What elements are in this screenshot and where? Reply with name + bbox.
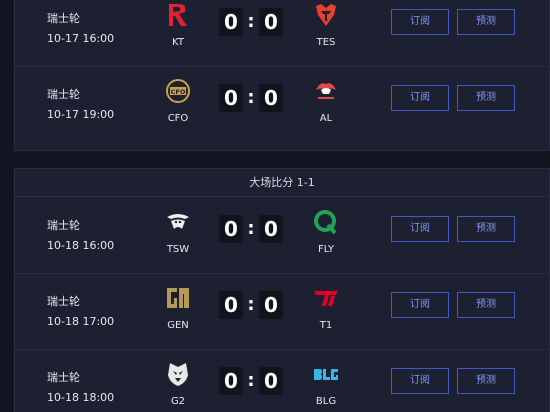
team-b[interactable]: BLG xyxy=(301,361,351,407)
g2-logo-icon xyxy=(168,363,188,386)
fly-logo-icon xyxy=(314,210,337,235)
match-time: 10-18 17:00 xyxy=(47,315,115,328)
score-a: 0 xyxy=(219,215,243,243)
match-round: 瑞士轮 xyxy=(47,219,80,232)
team-a-name: TSW xyxy=(166,244,190,255)
match-time: 10-17 16:00 xyxy=(47,32,115,45)
predict-button[interactable]: 预测 xyxy=(457,9,515,35)
score-b: 0 xyxy=(259,8,283,36)
team-a[interactable]: GEN xyxy=(153,285,203,331)
score-a: 0 xyxy=(219,8,243,36)
score-a: 0 xyxy=(219,367,243,395)
team-b[interactable]: T1 xyxy=(301,285,351,331)
score-separator: : xyxy=(247,294,255,315)
match-group-2: 大场比分 1-1 瑞士轮 10-18 16:00 TSW 0 : 0 FLY 订… xyxy=(14,168,550,412)
blg-logo-icon xyxy=(314,369,338,380)
team-a[interactable]: KT xyxy=(153,2,203,48)
match-row: 瑞士轮 10-17 16:00 KT 0 : 0 TES 订阅 预测 xyxy=(15,0,550,72)
score-b: 0 xyxy=(259,291,283,319)
kt-logo-icon xyxy=(169,4,187,26)
match-row: 瑞士轮 10-17 19:00 CFO CFO 0 : 0 AL 订阅 预测 xyxy=(15,72,550,148)
subscribe-button[interactable]: 订阅 xyxy=(391,368,449,394)
svg-text:CFO: CFO xyxy=(171,88,186,96)
match-group-1: 瑞士轮 10-17 16:00 KT 0 : 0 TES 订阅 预测 瑞士轮 1… xyxy=(14,0,550,151)
match-round: 瑞士轮 xyxy=(47,295,80,308)
cfo-logo-icon: CFO xyxy=(166,79,190,103)
match-row: 瑞士轮 10-18 17:00 GEN 0 : 0 T1 订阅 预测 xyxy=(15,279,550,355)
score-separator: : xyxy=(247,370,255,391)
score-separator: : xyxy=(247,87,255,108)
team-b[interactable]: TES xyxy=(301,2,351,48)
team-a[interactable]: TSW xyxy=(153,209,203,255)
match-round: 瑞士轮 xyxy=(47,88,80,101)
subscribe-button[interactable]: 订阅 xyxy=(391,85,449,111)
match-round: 瑞士轮 xyxy=(47,371,80,384)
subscribe-button[interactable]: 订阅 xyxy=(391,9,449,35)
score-separator: : xyxy=(247,11,255,32)
team-b[interactable]: FLY xyxy=(301,209,351,255)
tes-logo-icon xyxy=(316,4,336,26)
tsw-logo-icon xyxy=(167,214,189,229)
team-b-name: BLG xyxy=(315,396,337,407)
team-b-name: FLY xyxy=(317,244,335,255)
team-a-name: KT xyxy=(172,37,184,48)
score-b: 0 xyxy=(259,367,283,395)
score-b: 0 xyxy=(259,84,283,112)
t1-logo-icon xyxy=(314,291,338,306)
match-time: 10-17 19:00 xyxy=(47,108,115,121)
predict-button[interactable]: 预测 xyxy=(457,216,515,242)
match-row: 瑞士轮 10-18 16:00 TSW 0 : 0 FLY 订阅 预测 xyxy=(15,203,550,279)
score-b: 0 xyxy=(259,215,283,243)
gen-logo-icon xyxy=(167,288,189,308)
score-separator: : xyxy=(247,218,255,239)
team-a-name: G2 xyxy=(170,396,186,407)
team-b-name: TES xyxy=(316,37,336,48)
team-a-name: CFO xyxy=(167,113,189,124)
group-series-score: 大场比分 1-1 xyxy=(15,169,549,197)
subscribe-button[interactable]: 订阅 xyxy=(391,292,449,318)
team-b[interactable]: AL xyxy=(301,78,351,124)
score-a: 0 xyxy=(219,291,243,319)
row-divider xyxy=(15,273,549,274)
match-time: 10-18 18:00 xyxy=(47,391,115,404)
match-round: 瑞士轮 xyxy=(47,12,80,25)
team-b-name: T1 xyxy=(319,320,333,331)
match-time: 10-18 16:00 xyxy=(47,239,115,252)
score-a: 0 xyxy=(219,84,243,112)
team-a[interactable]: G2 xyxy=(153,361,203,407)
row-divider xyxy=(15,66,549,67)
team-a[interactable]: CFO CFO xyxy=(153,78,203,124)
match-row: 瑞士轮 10-18 18:00 G2 0 : 0 BLG 订阅 预测 xyxy=(15,355,550,412)
al-logo-icon xyxy=(316,83,336,99)
team-a-name: GEN xyxy=(167,320,189,331)
team-b-name: AL xyxy=(319,113,333,124)
subscribe-button[interactable]: 订阅 xyxy=(391,216,449,242)
predict-button[interactable]: 预测 xyxy=(457,368,515,394)
predict-button[interactable]: 预测 xyxy=(457,292,515,318)
predict-button[interactable]: 预测 xyxy=(457,85,515,111)
row-divider xyxy=(15,349,549,350)
